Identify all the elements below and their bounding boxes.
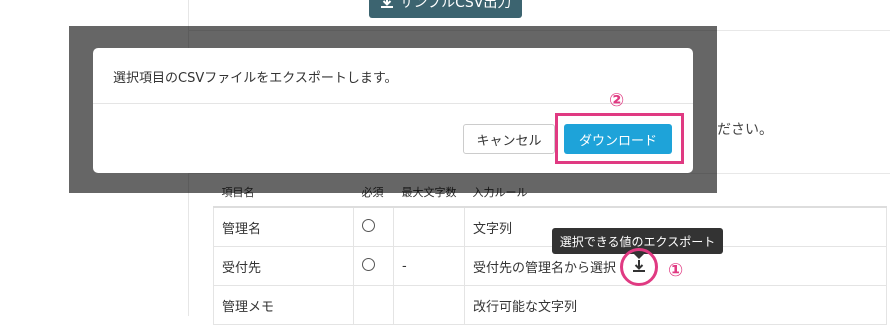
callout-circle (620, 248, 658, 286)
required-circle-icon (362, 257, 375, 271)
cell-name: 受付先 (213, 246, 354, 286)
cancel-button[interactable]: キャンセル (463, 124, 555, 154)
modal-divider (93, 103, 693, 104)
callout-number-1: ① (668, 260, 684, 281)
cell-rule: 改行可能な文字列 (464, 285, 887, 325)
cell-max (393, 285, 465, 325)
table-row: 受付先 - 受付先の管理名から選択 (213, 246, 887, 286)
callout-number-2: ② (609, 90, 625, 111)
download-icon (380, 0, 394, 9)
sample-csv-button[interactable]: サンプルCSV出力 (369, 0, 522, 18)
table-row: 管理メモ 改行可能な文字列 (213, 285, 887, 325)
items-table: 項目名 必須 最大文字数 入力ルール 管理名 文字列 受付先 - 受付先の管理名… (213, 178, 887, 325)
cell-name: 管理名 (213, 206, 354, 247)
cell-name: 管理メモ (213, 285, 354, 325)
cell-required (353, 206, 394, 247)
instruction-text: ださい。 (717, 122, 773, 138)
sample-csv-label: サンプルCSV出力 (399, 0, 512, 11)
modal-message: 選択項目のCSVファイルをエクスポートします。 (113, 71, 398, 86)
cell-max (393, 206, 465, 247)
required-circle-icon (362, 218, 375, 232)
table-row: 管理名 文字列 (213, 206, 887, 247)
cell-required (353, 285, 394, 325)
cell-required (353, 246, 394, 286)
cell-max: - (393, 246, 465, 286)
callout-box (555, 113, 684, 164)
